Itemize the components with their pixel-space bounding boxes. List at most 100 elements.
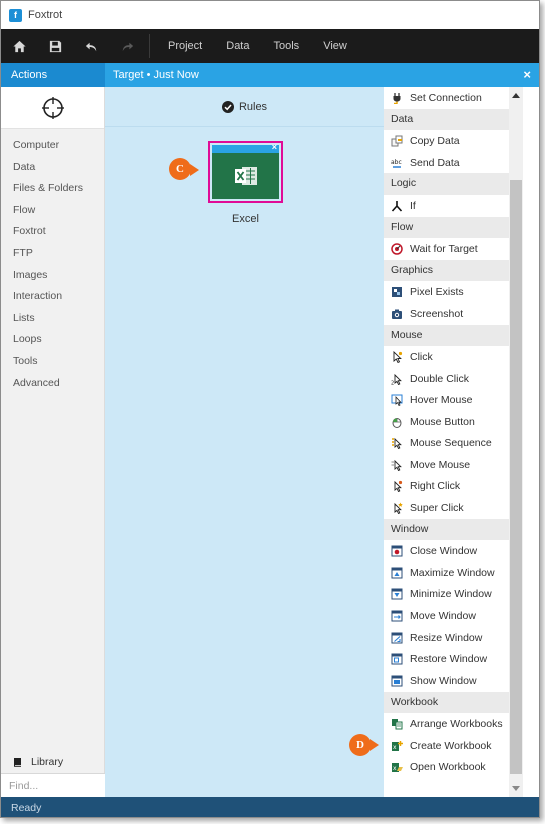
app-window: f Foxtrot Project Data Tools View Action… [0, 0, 540, 818]
target-label: Target • Just Now [113, 69, 199, 81]
action-mouse-sequence[interactable]: Mouse Sequence [384, 433, 509, 455]
panel-header-row: Actions Target • Just Now × [1, 63, 539, 87]
category-foxtrot[interactable]: Foxtrot [1, 221, 104, 243]
home-icon [12, 40, 26, 52]
action-if[interactable]: If [384, 195, 509, 217]
scroll-down-arrow-icon[interactable] [512, 786, 520, 791]
main-toolbar: Project Data Tools View [1, 29, 539, 63]
action-maximize-window[interactable]: Maximize Window [384, 562, 509, 584]
excel-target-tile[interactable]: × [208, 141, 283, 203]
palette-scrollbar[interactable] [509, 87, 523, 797]
action-set-connection[interactable]: Set Connection [384, 87, 509, 109]
action-super-click[interactable]: Super Click [384, 497, 509, 519]
action-click[interactable]: Click [384, 346, 509, 368]
action-arrange-workbooks[interactable]: Arrange Workbooks [384, 713, 509, 735]
window-title: Foxtrot [28, 9, 63, 21]
camera-icon [391, 308, 403, 320]
category-files-and-folders[interactable]: Files & Folders [1, 178, 104, 200]
rules-button[interactable]: Rules [105, 87, 384, 127]
category-computer[interactable]: Computer [1, 135, 104, 157]
category-images[interactable]: Images [1, 265, 104, 287]
scroll-up-arrow-icon[interactable] [512, 93, 520, 98]
mouse-sequence-icon [391, 437, 403, 450]
minimize-window-icon [391, 588, 403, 600]
action-label: Arrange Workbooks [410, 718, 503, 731]
actions-panel-title: Actions [1, 63, 105, 87]
resize-window-icon [391, 632, 403, 644]
hover-icon [391, 394, 403, 407]
action-send-data[interactable]: abc Send Data [384, 152, 509, 174]
action-hover-mouse[interactable]: Hover Mouse [384, 389, 509, 411]
remove-tile-button[interactable]: × [272, 142, 277, 152]
action-create-workbook[interactable]: x Create Workbook [384, 735, 509, 757]
scroll-thumb[interactable] [510, 180, 522, 774]
undo-button[interactable] [73, 29, 109, 63]
action-right-click[interactable]: Right Click [384, 476, 509, 498]
menu-view[interactable]: View [311, 29, 359, 63]
excel-tile-header: × [212, 142, 279, 153]
action-label: Send Data [410, 156, 460, 169]
category-advanced[interactable]: Advanced [1, 373, 104, 395]
double-click-icon: 2 [391, 373, 403, 385]
category-ftp[interactable]: FTP [1, 243, 104, 265]
target-wait-icon [391, 243, 403, 255]
right-click-icon [391, 480, 403, 493]
action-move-window[interactable]: Move Window [384, 605, 509, 627]
action-label: Resize Window [410, 631, 483, 644]
action-show-window[interactable]: Show Window [384, 670, 509, 692]
action-double-click[interactable]: 2 Double Click [384, 368, 509, 390]
category-tools[interactable]: Tools [1, 351, 104, 373]
action-minimize-window[interactable]: Minimize Window [384, 584, 509, 606]
action-wait-for-target[interactable]: Wait for Target [384, 238, 509, 260]
svg-text:2: 2 [391, 380, 394, 385]
action-label: Mouse Sequence [410, 437, 492, 450]
menu-project[interactable]: Project [156, 29, 214, 63]
mouse-button-icon [391, 416, 403, 428]
target-selector-button[interactable] [1, 87, 104, 129]
status-text: Ready [11, 802, 42, 814]
category-lists[interactable]: Lists [1, 308, 104, 330]
group-header-workbook: Workbook [384, 691, 509, 714]
callout-c-arrow [190, 164, 199, 176]
action-label: Set Connection [410, 91, 482, 104]
menu-data[interactable]: Data [214, 29, 261, 63]
group-header-logic: Logic [384, 173, 509, 195]
category-flow[interactable]: Flow [1, 200, 104, 222]
menu-tools[interactable]: Tools [262, 29, 312, 63]
move-window-icon [391, 610, 403, 622]
super-click-icon [391, 502, 403, 515]
close-target-button[interactable]: × [523, 67, 531, 83]
action-pixel-exists[interactable]: Pixel Exists [384, 281, 509, 303]
actions-sidebar: Computer Data Files & Folders Flow Foxtrot FT… [1, 87, 105, 797]
action-open-workbook[interactable]: x Open Workbook [384, 756, 509, 778]
text-abc-icon: abc [391, 157, 403, 169]
find-input[interactable]: Find... [1, 773, 105, 797]
action-restore-window[interactable]: Restore Window [384, 648, 509, 670]
action-move-mouse[interactable]: Move Mouse [384, 454, 509, 476]
action-label: Minimize Window [410, 588, 492, 601]
action-copy-data[interactable]: Copy Data [384, 130, 509, 152]
action-screenshot[interactable]: Screenshot [384, 303, 509, 325]
pixel-icon [391, 286, 403, 298]
action-label: Create Workbook [410, 739, 492, 752]
action-label: Move Window [410, 610, 476, 623]
redo-button[interactable] [109, 29, 145, 63]
close-window-icon [391, 545, 403, 557]
svg-text:x: x [393, 744, 397, 751]
category-interaction[interactable]: Interaction [1, 286, 104, 308]
home-button[interactable] [1, 29, 37, 63]
action-close-window[interactable]: Close Window [384, 540, 509, 562]
undo-icon [85, 42, 96, 51]
callout-d-arrow [370, 739, 379, 751]
action-mouse-button[interactable]: Mouse Button [384, 411, 509, 433]
excel-tile-body: × [212, 142, 279, 199]
action-label: Show Window [410, 674, 477, 687]
action-label: Close Window [410, 545, 478, 558]
action-resize-window[interactable]: Resize Window [384, 627, 509, 649]
save-button[interactable] [37, 29, 73, 63]
category-loops[interactable]: Loops [1, 329, 104, 351]
action-label: Hover Mouse [410, 394, 473, 407]
action-label: Mouse Button [410, 415, 475, 428]
category-data[interactable]: Data [1, 157, 104, 179]
library-button[interactable]: Library [1, 751, 104, 773]
